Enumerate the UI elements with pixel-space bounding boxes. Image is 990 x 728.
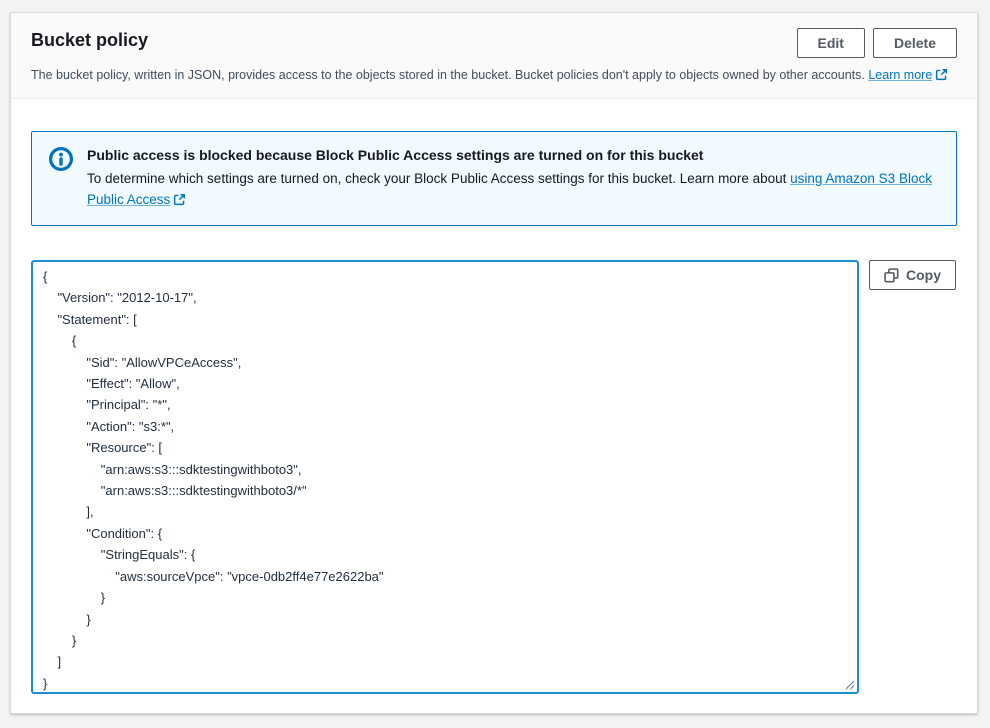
external-link-icon	[935, 68, 948, 81]
edit-button[interactable]: Edit	[797, 28, 865, 58]
policy-section: { "Version": "2012-10-17", "Statement": …	[31, 260, 957, 694]
info-alert: Public access is blocked because Block P…	[31, 131, 957, 226]
bucket-policy-panel: Bucket policy Edit Delete The bucket pol…	[10, 12, 978, 714]
page-title: Bucket policy	[31, 28, 148, 52]
alert-content: Public access is blocked because Block P…	[87, 145, 938, 210]
alert-body: To determine which settings are turned o…	[87, 168, 938, 210]
copy-button-label: Copy	[906, 265, 941, 285]
copy-icon	[884, 268, 899, 283]
external-link-icon	[173, 193, 186, 206]
learn-more-link[interactable]: Learn more	[868, 68, 932, 82]
resize-handle-icon[interactable]	[844, 679, 855, 690]
header-actions: Edit Delete	[797, 28, 957, 58]
delete-button[interactable]: Delete	[873, 28, 957, 58]
bucket-policy-editor[interactable]: { "Version": "2012-10-17", "Statement": …	[31, 260, 859, 694]
info-icon	[48, 146, 74, 172]
alert-title: Public access is blocked because Block P…	[87, 145, 938, 165]
alert-body-text: To determine which settings are turned o…	[87, 171, 786, 186]
panel-body: Public access is blocked because Block P…	[11, 131, 977, 718]
panel-header: Bucket policy Edit Delete The bucket pol…	[11, 13, 977, 99]
panel-description: The bucket policy, written in JSON, prov…	[31, 67, 957, 84]
learn-more-label: Learn more	[868, 68, 932, 82]
panel-description-text: The bucket policy, written in JSON, prov…	[31, 68, 865, 82]
bucket-policy-json: { "Version": "2012-10-17", "Statement": …	[33, 262, 857, 694]
copy-button[interactable]: Copy	[869, 260, 956, 290]
